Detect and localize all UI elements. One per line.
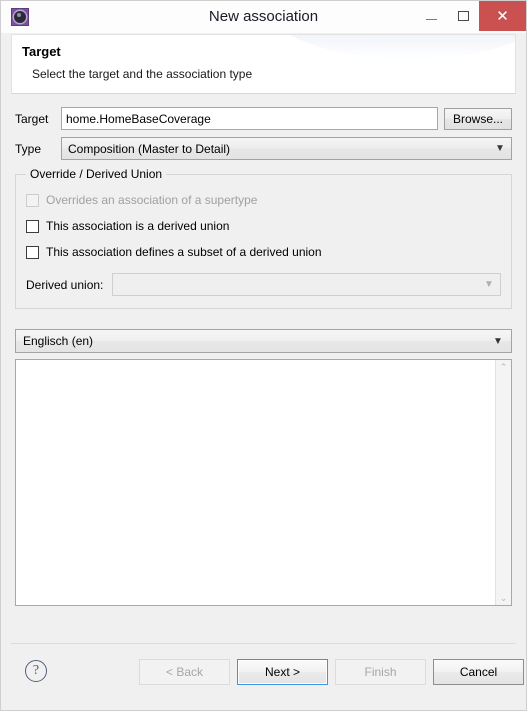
target-input[interactable] xyxy=(61,107,438,130)
language-combobox[interactable]: Englisch (en) ▼ xyxy=(15,329,512,353)
minimize-button[interactable] xyxy=(415,1,447,31)
chevron-down-icon: ▼ xyxy=(493,335,503,347)
derived-union-combobox: ▼ xyxy=(112,273,501,296)
language-combobox-value: Englisch (en) xyxy=(23,334,94,348)
dialog-footer: ? < Back Next > Finish Cancel xyxy=(11,643,524,700)
wizard-header: Target Select the target and the associa… xyxy=(11,34,516,94)
target-row: Target Browse... xyxy=(15,107,512,130)
help-icon[interactable]: ? xyxy=(25,660,47,682)
group-legend: Override / Derived Union xyxy=(26,167,167,181)
checkbox-defines-subset[interactable] xyxy=(26,245,39,259)
browse-button[interactable]: Browse... xyxy=(443,107,512,130)
page-subtitle: Select the target and the association ty… xyxy=(32,67,253,81)
description-textarea-wrapper: ⌃ ⌄ xyxy=(15,359,512,606)
maximize-icon xyxy=(457,11,469,21)
checkbox-is-derived-union-label: This association is a derived union xyxy=(46,219,230,233)
derived-union-row: Derived union: ▼ xyxy=(26,273,501,296)
description-scrollbar[interactable]: ⌃ ⌄ xyxy=(495,360,511,605)
checkbox-row-overrides[interactable]: Overrides an association of a supertype xyxy=(26,191,501,209)
back-button: < Back xyxy=(139,659,230,685)
header-decoration xyxy=(265,35,515,59)
scroll-up-icon[interactable]: ⌃ xyxy=(500,362,508,372)
finish-button: Finish xyxy=(335,659,426,685)
wizard-body: Target Browse... Type Composition (Maste… xyxy=(11,94,516,643)
minimize-icon xyxy=(425,18,437,20)
type-combobox[interactable]: Composition (Master to Detail) ▼ xyxy=(61,137,512,160)
checkbox-overrides-supertype xyxy=(26,193,39,207)
scroll-down-icon[interactable]: ⌄ xyxy=(500,593,508,603)
derived-union-label: Derived union: xyxy=(26,277,104,292)
cancel-button[interactable]: Cancel xyxy=(433,659,524,685)
checkbox-is-derived-union[interactable] xyxy=(26,219,39,233)
checkbox-overrides-supertype-label: Overrides an association of a supertype xyxy=(46,193,258,207)
footer-button-row: < Back Next > Finish Cancel xyxy=(139,659,524,685)
chevron-down-icon: ▼ xyxy=(495,142,505,154)
type-row: Type Composition (Master to Detail) ▼ xyxy=(15,137,512,160)
description-section: Englisch (en) ▼ ⌃ ⌄ xyxy=(15,329,512,606)
checkbox-row-subset[interactable]: This association defines a subset of a d… xyxy=(26,243,501,261)
maximize-button[interactable] xyxy=(447,1,479,31)
override-derived-union-group: Override / Derived Union Overrides an as… xyxy=(15,167,512,309)
dialog-window: New association ✕ Target Select the targ… xyxy=(0,0,527,711)
title-bar: New association ✕ xyxy=(1,1,526,34)
type-label: Type xyxy=(15,141,42,156)
description-textarea[interactable] xyxy=(16,360,495,605)
window-controls: ✕ xyxy=(415,1,526,31)
close-button[interactable]: ✕ xyxy=(479,1,526,31)
page-title: Target xyxy=(22,44,61,59)
chevron-down-icon: ▼ xyxy=(484,278,494,290)
checkbox-defines-subset-label: This association defines a subset of a d… xyxy=(46,245,322,259)
target-label: Target xyxy=(15,111,49,126)
type-combobox-value: Composition (Master to Detail) xyxy=(68,141,231,156)
next-button[interactable]: Next > xyxy=(237,659,328,685)
checkbox-row-derived-union[interactable]: This association is a derived union xyxy=(26,217,501,235)
